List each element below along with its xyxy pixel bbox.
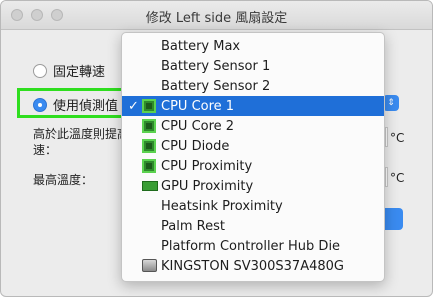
sensor-dropdown-menu: Battery Max Battery Sensor 1 Battery Sen… [121, 32, 385, 282]
sensor-value-option[interactable]: 使用偵測值 [33, 95, 118, 114]
menu-item-cpu-diode[interactable]: CPU Diode [122, 136, 384, 156]
menu-item-battery-max[interactable]: Battery Max [122, 36, 384, 56]
max-temp-field[interactable] [385, 167, 388, 187]
cpu-chip-icon [142, 139, 156, 153]
menu-item-cpu-core-2[interactable]: CPU Core 2 [122, 116, 384, 136]
menu-item-heatsink-proximity[interactable]: Heatsink Proximity [122, 196, 384, 216]
threshold-field[interactable] [385, 127, 388, 147]
menu-item-palm-rest[interactable]: Palm Rest [122, 216, 384, 236]
title-bar: 修改 Left side 風扇設定 [1, 1, 432, 30]
checkmark-icon: ✓ [128, 98, 139, 114]
menu-item-cpu-proximity[interactable]: CPU Proximity [122, 156, 384, 176]
menu-item-battery-sensor-2[interactable]: Battery Sensor 2 [122, 76, 384, 96]
cpu-chip-icon [142, 119, 156, 133]
cpu-chip-icon [142, 99, 156, 113]
menu-item-platform-controller-hub-die[interactable]: Platform Controller Hub Die [122, 236, 384, 256]
menu-item-battery-sensor-1[interactable]: Battery Sensor 1 [122, 56, 384, 76]
max-temp-label: 最高溫度： [33, 173, 94, 187]
menu-item-cpu-core-1[interactable]: ✓ CPU Core 1 [122, 96, 384, 116]
menu-item-kingston-ssd[interactable]: KINGSTON SV300S37A480G [122, 256, 384, 276]
raise-threshold-label-line1: 高於此溫度則提高 [33, 127, 130, 141]
ok-button[interactable] [385, 208, 403, 230]
fixed-speed-label: 固定轉速 [53, 65, 106, 80]
sensor-value-label: 使用偵測值 [53, 99, 119, 114]
disk-drive-icon [142, 259, 157, 272]
window-title: 修改 Left side 風扇設定 [145, 11, 288, 26]
gpu-card-icon [142, 181, 158, 191]
menu-item-gpu-proximity[interactable]: GPU Proximity [122, 176, 384, 196]
chevron-updown-icon[interactable]: ⇕ [383, 95, 399, 111]
fan-settings-window: 修改 Left side 風扇設定 固定轉速 使用偵測值 高於此溫度則提高 速：… [0, 0, 433, 297]
cpu-chip-icon [142, 159, 156, 173]
max-temp-unit: °C [390, 171, 405, 185]
fixed-speed-radio[interactable] [33, 63, 47, 78]
threshold-unit: °C [390, 131, 405, 145]
fixed-speed-option[interactable]: 固定轉速 [33, 61, 105, 80]
sensor-value-radio[interactable] [33, 97, 47, 112]
raise-threshold-label-line2: 速： [33, 143, 58, 157]
